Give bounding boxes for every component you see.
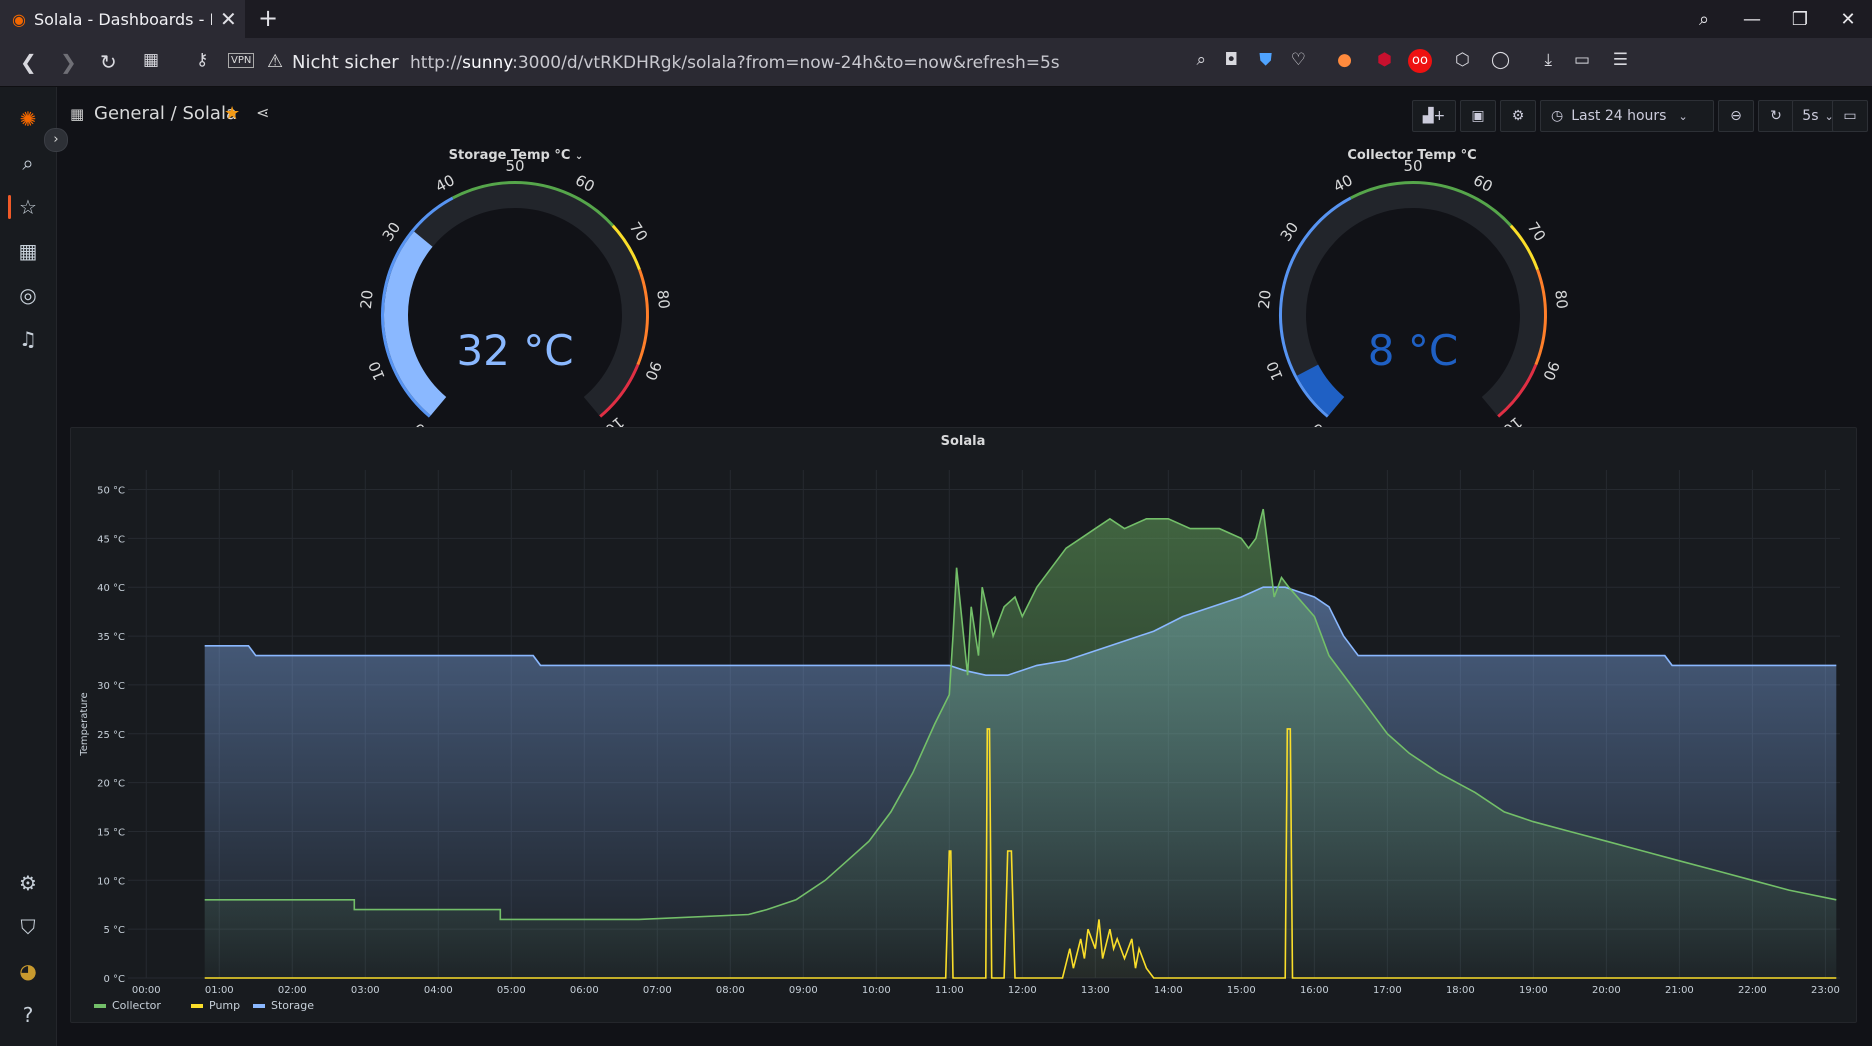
y-tick-label: 40 °C bbox=[97, 583, 125, 594]
x-tick-label: 09:00 bbox=[789, 985, 818, 996]
legend-label-storage: Storage bbox=[271, 999, 314, 1012]
x-tick-label: 12:00 bbox=[1008, 985, 1037, 996]
x-tick-label: 10:00 bbox=[862, 985, 891, 996]
x-tick-label: 17:00 bbox=[1373, 985, 1402, 996]
x-tick-label: 23:00 bbox=[1811, 985, 1840, 996]
legend-swatch bbox=[191, 1004, 203, 1008]
x-tick-label: 15:00 bbox=[1227, 985, 1256, 996]
x-tick-label: 01:00 bbox=[205, 985, 234, 996]
y-tick-label: 50 °C bbox=[97, 486, 125, 497]
y-tick-label: 15 °C bbox=[97, 827, 125, 838]
x-tick-label: 04:00 bbox=[424, 985, 453, 996]
y-tick-label: 30 °C bbox=[97, 681, 125, 692]
y-axis-label: Temperature bbox=[79, 692, 90, 756]
x-tick-label: 18:00 bbox=[1446, 985, 1475, 996]
y-tick-label: 45 °C bbox=[97, 534, 125, 545]
legend-swatch bbox=[253, 1004, 265, 1008]
x-tick-label: 20:00 bbox=[1592, 985, 1621, 996]
y-tick-label: 20 °C bbox=[97, 779, 125, 790]
x-tick-label: 08:00 bbox=[716, 985, 745, 996]
x-tick-label: 13:00 bbox=[1081, 985, 1110, 996]
legend-swatch bbox=[94, 1004, 106, 1008]
solala-chart: Solala 0 °C 5 °C 10 °C 15 °C 20 °C 25 °C 30 °C 3… bbox=[79, 434, 1840, 1012]
y-tick-label: 35 °C bbox=[97, 632, 125, 643]
x-tick-label: 05:00 bbox=[497, 985, 526, 996]
x-tick-label: 06:00 bbox=[570, 985, 599, 996]
y-tick-label: 25 °C bbox=[97, 730, 125, 741]
x-tick-label: 00:00 bbox=[132, 985, 161, 996]
legend-label-collector: Collector bbox=[112, 999, 161, 1012]
x-tick-label: 19:00 bbox=[1519, 985, 1548, 996]
legend-label-pump: Pump bbox=[209, 999, 240, 1012]
x-tick-label: 03:00 bbox=[351, 985, 380, 996]
y-tick-label: 10 °C bbox=[97, 876, 125, 887]
x-tick-label: 07:00 bbox=[643, 985, 672, 996]
x-tick-label: 02:00 bbox=[278, 985, 307, 996]
x-tick-label: 11:00 bbox=[935, 985, 964, 996]
y-tick-label: 0 °C bbox=[103, 974, 125, 985]
x-tick-label: 16:00 bbox=[1300, 985, 1329, 996]
y-tick-label: 5 °C bbox=[103, 925, 125, 936]
chart-title: Solala bbox=[941, 434, 986, 449]
x-tick-label: 14:00 bbox=[1154, 985, 1183, 996]
x-tick-label: 22:00 bbox=[1738, 985, 1767, 996]
x-tick-label: 21:00 bbox=[1665, 985, 1694, 996]
